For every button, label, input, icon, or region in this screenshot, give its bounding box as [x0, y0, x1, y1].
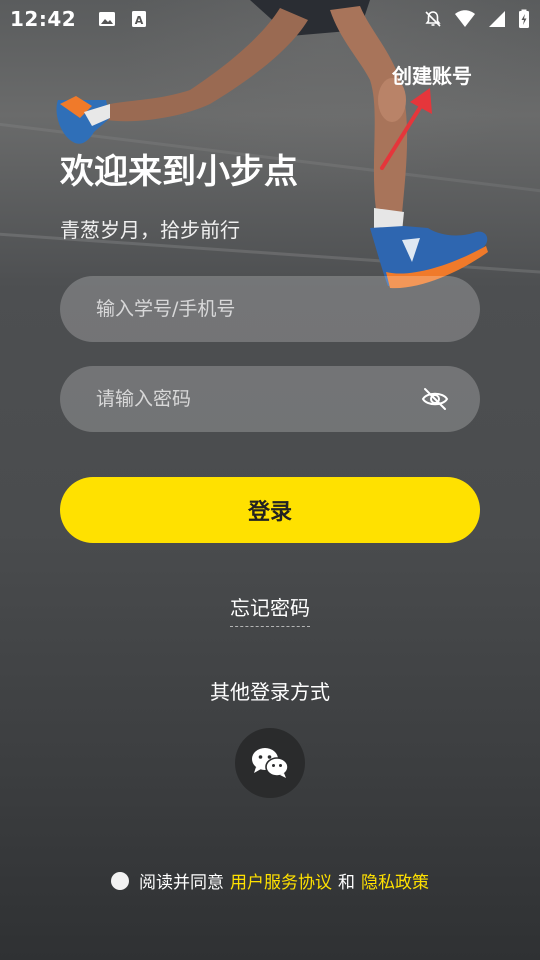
- wechat-icon: [252, 748, 289, 778]
- svg-text:A: A: [135, 14, 144, 27]
- annotation-arrow-icon: [380, 88, 432, 170]
- login-button[interactable]: 登录: [60, 477, 480, 543]
- signal-icon: [489, 11, 505, 27]
- status-bar: 12:42 A: [0, 0, 540, 38]
- service-agreement-link[interactable]: 用户服务协议: [230, 868, 332, 893]
- welcome-subtitle: 青葱岁月，拾步前行: [60, 218, 240, 242]
- wechat-login-button[interactable]: [235, 728, 305, 798]
- eye-hidden-icon[interactable]: [420, 384, 450, 414]
- other-login-label: 其他登录方式: [210, 680, 330, 704]
- agreement-row: 阅读并同意 用户服务协议 和 隐私政策: [0, 868, 540, 893]
- agreement-prefix: 阅读并同意: [139, 873, 224, 893]
- forgot-password-link[interactable]: 忘记密码: [0, 592, 540, 621]
- password-input[interactable]: [96, 388, 420, 410]
- login-screen: 12:42 A 创建账号 欢迎来到小步点 青葱岁月，拾步前行 输入学号/手机号 …: [0, 0, 540, 960]
- text-a-icon: A: [132, 11, 147, 27]
- battery-charging-icon: [519, 9, 529, 28]
- forgot-password-underline: [230, 626, 310, 627]
- privacy-policy-link[interactable]: 隐私政策: [361, 868, 429, 893]
- account-field[interactable]: [60, 276, 480, 342]
- agreement-and: 和: [338, 873, 355, 893]
- agree-radio[interactable]: [111, 871, 129, 890]
- wifi-icon: [455, 10, 475, 27]
- image-icon: [99, 12, 116, 26]
- status-time: 12:42: [10, 7, 77, 31]
- notifications-off-icon: [425, 11, 441, 27]
- welcome-title: 欢迎来到小步点: [60, 152, 298, 192]
- account-input[interactable]: [96, 298, 444, 320]
- password-field[interactable]: [60, 366, 480, 432]
